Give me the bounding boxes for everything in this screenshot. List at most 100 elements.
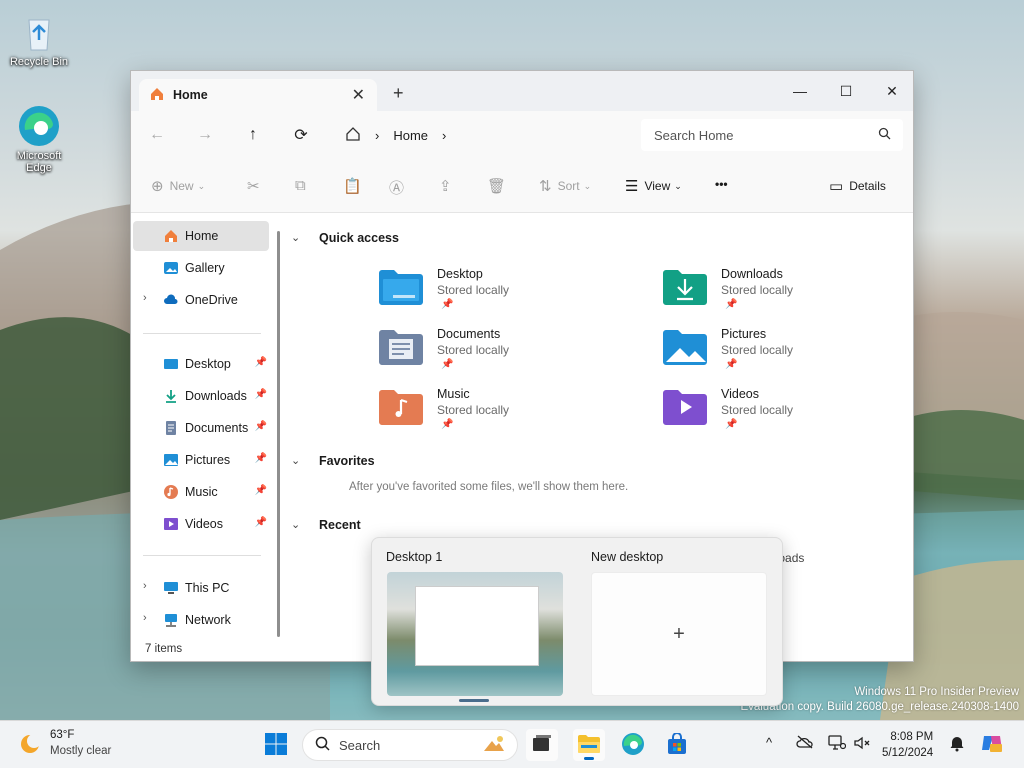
cut-button[interactable]: ✂ [247,177,266,195]
sidebar-item-onedrive[interactable]: › OneDrive [133,285,269,315]
desktop-icon-edge[interactable]: Microsoft Edge [6,104,72,174]
new-desktop-button[interactable]: + [591,572,767,696]
clock-time: 8:08 PM [890,731,934,743]
onedrive-offline-icon[interactable] [796,735,814,752]
computer-icon [163,580,179,596]
view-button[interactable]: ☰ View ⌄ [625,177,682,195]
store-taskbar-button[interactable] [661,729,693,761]
store-icon [666,731,688,758]
sort-icon: ⇅ [539,178,552,195]
trash-icon: 🗑 [487,178,507,195]
desktop-folder-icon [379,269,423,305]
forward-button[interactable]: → [193,123,217,147]
sidebar-item-desktop[interactable]: Desktop 📌 [133,349,269,379]
section-favorites[interactable]: ⌄ Favorites [291,454,375,468]
current-desktop-indicator [459,699,489,702]
notifications-icon[interactable] [948,734,966,755]
delete-button[interactable]: 🗑 [487,177,512,195]
pin-icon: 📌 [254,485,267,496]
rename-button[interactable]: Ⓐ [389,177,410,198]
status-bar-item-count: 7 items [145,643,183,655]
sidebar-item-downloads[interactable]: Downloads 📌 [133,381,269,411]
chevron-down-icon: ⌄ [291,519,301,531]
refresh-button[interactable]: ⟳ [289,123,313,147]
details-button[interactable]: ▭ Details [829,177,886,195]
sidebar-item-pictures[interactable]: Pictures 📌 [133,445,269,475]
sidebar-item-home[interactable]: Home [133,221,269,251]
watermark-line2: Evaluation copy. Build 26080.ge_release.… [740,701,1019,713]
sidebar-item-documents[interactable]: Documents 📌 [133,413,269,443]
breadcrumb-chevron[interactable]: › [442,128,446,143]
show-hidden-icons-button[interactable]: ^ [766,735,772,750]
document-icon [163,420,179,436]
new-desktop-label: New desktop [591,550,664,564]
sidebar-item-gallery[interactable]: Gallery [133,253,269,283]
title-bar[interactable]: Home ✕ + — ☐ ✕ [131,71,913,111]
taskbar: 63°F Mostly clear Search ^ 8:08 PM 5/12/… [0,720,1024,768]
edge-taskbar-button[interactable] [617,729,649,761]
quick-access-item-desktop[interactable]: Desktop Stored locally 📌 [379,265,609,317]
sidebar-scrollbar[interactable] [277,231,280,637]
share-button[interactable]: ⇪ [439,177,458,195]
sort-button[interactable]: ⇅ Sort ⌄ [539,177,591,195]
folder-icon [577,734,601,757]
view-icon: ☰ [625,178,639,195]
desktop-icon-recycle-bin[interactable]: Recycle Bin [6,10,72,68]
sidebar-item-videos[interactable]: Videos 📌 [133,509,269,539]
sidebar-item-this-pc[interactable]: › This PC [133,573,269,603]
section-quick-access[interactable]: ⌄ Quick access [291,231,399,245]
file-explorer-taskbar-button[interactable] [573,729,605,761]
network-status-icon[interactable] [828,735,847,754]
navigation-bar: ← → ↑ ⟳ › Home › Search Home [131,111,913,159]
pin-icon: 📌 [254,389,267,400]
pin-icon: 📌 [441,359,454,370]
quick-access-item-pictures[interactable]: Pictures Stored locally 📌 [663,325,893,377]
minimize-button[interactable]: — [777,77,823,105]
chevron-right-icon[interactable]: › [143,580,147,592]
new-button[interactable]: ⊕ New ⌄ [151,177,205,195]
address-bar[interactable]: › Home › [333,119,629,151]
up-button[interactable]: ↑ [241,123,265,147]
new-icon: ⊕ [151,178,164,195]
start-button[interactable] [260,729,292,761]
more-options-button[interactable]: ••• [715,177,728,191]
volume-muted-icon[interactable] [853,735,871,754]
watermark-line1: Windows 11 Pro Insider Preview [854,686,1019,698]
chevron-down-icon: ⌄ [291,455,301,467]
pin-icon: 📌 [725,419,738,430]
edge-icon [621,732,645,759]
quick-access-item-videos[interactable]: Videos Stored locally 📌 [663,385,893,437]
breadcrumb-home[interactable]: Home [393,128,428,143]
close-tab-button[interactable]: ✕ [352,85,365,105]
chevron-right-icon[interactable]: › [143,292,147,304]
new-tab-button[interactable]: + [393,83,404,104]
maximize-button[interactable]: ☐ [823,77,869,105]
command-bar: ⊕ New ⌄ ✂ ⧉ 📋 Ⓐ ⇪ 🗑 ⇅ Sort ⌄ ☰ View ⌄ ••… [131,159,913,213]
task-view-button[interactable] [526,729,558,761]
pictures-icon [163,452,179,468]
back-button[interactable]: ← [145,123,169,147]
quick-access-item-downloads[interactable]: Downloads Stored locally 📌 [663,265,893,317]
taskbar-search-box[interactable]: Search [302,729,518,761]
tab-home[interactable]: Home ✕ [139,79,377,111]
search-highlight-icon [481,733,507,760]
pin-icon: 📌 [254,421,267,432]
copy-button[interactable]: ⧉ [295,177,312,194]
paste-button[interactable]: 📋 [343,177,368,195]
edge-icon [17,104,61,148]
copy-icon: ⧉ [295,177,306,194]
pin-icon: 📌 [725,299,738,310]
close-window-button[interactable]: ✕ [869,77,915,105]
chevron-right-icon[interactable]: › [143,612,147,624]
search-input[interactable]: Search Home [641,119,903,151]
sidebar-divider [143,333,261,334]
sidebar-item-music[interactable]: Music 📌 [133,477,269,507]
favorites-hint: After you've favorited some files, we'll… [349,481,629,493]
section-recent[interactable]: ⌄ Recent [291,518,361,532]
copilot-icon[interactable] [980,732,1004,757]
system-clock[interactable]: 8:08 PM 5/12/2024 [882,729,933,761]
sidebar-item-network[interactable]: › Network [133,605,269,635]
quick-access-item-music[interactable]: Music Stored locally 📌 [379,385,609,437]
desktop-1-thumbnail[interactable] [387,572,563,696]
quick-access-item-documents[interactable]: Documents Stored locally 📌 [379,325,609,377]
